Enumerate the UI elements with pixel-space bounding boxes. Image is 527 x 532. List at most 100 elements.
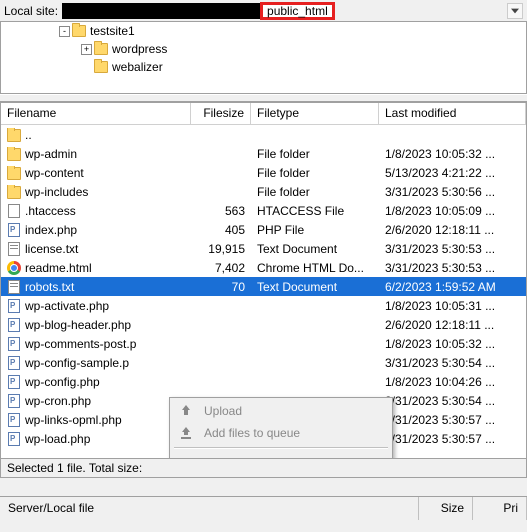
col-filesize[interactable]: Filesize xyxy=(191,103,251,124)
cell-type: File folder xyxy=(251,166,379,180)
col-filename[interactable]: Filename xyxy=(1,103,191,124)
file-name: readme.html xyxy=(25,261,92,275)
tree-label: wordpress xyxy=(112,42,167,56)
folder-icon xyxy=(94,43,108,55)
file-name: wp-admin xyxy=(25,147,77,161)
cell-type: HTACCESS File xyxy=(251,204,379,218)
cell-mod: 2/6/2020 12:18:11 ... xyxy=(379,318,526,332)
file-name: .. xyxy=(25,128,32,142)
cell-size: 70 xyxy=(191,280,251,294)
pane-splitter[interactable] xyxy=(0,94,527,102)
tree-expander-icon[interactable]: - xyxy=(59,26,70,37)
file-row[interactable]: .. xyxy=(1,125,526,144)
file-row[interactable]: wp-includesFile folder3/31/2023 5:30:56 … xyxy=(1,182,526,201)
file-name: index.php xyxy=(25,223,77,237)
file-name: wp-blog-header.php xyxy=(25,318,131,332)
cell-type: File folder xyxy=(251,147,379,161)
php-icon xyxy=(7,318,21,332)
queue-col-file[interactable]: Server/Local file xyxy=(0,497,419,520)
file-name: wp-links-opml.php xyxy=(25,413,122,427)
cell-type: Text Document xyxy=(251,242,379,256)
file-name: wp-comments-post.p xyxy=(25,337,136,351)
cell-mod: 1/8/2023 10:05:32 ... xyxy=(379,147,526,161)
cell-mod: 3/31/2023 5:30:56 ... xyxy=(379,185,526,199)
cell-mod: 3/31/2023 5:30:53 ... xyxy=(379,261,526,275)
redacted-path xyxy=(62,3,262,19)
col-filetype[interactable]: Filetype xyxy=(251,103,379,124)
status-bar: Selected 1 file. Total size: xyxy=(0,458,527,478)
local-site-label: Local site: xyxy=(4,4,58,18)
context-menu[interactable]: UploadAdd files to queueOpenEditCreate d… xyxy=(169,397,393,458)
php-icon xyxy=(7,375,21,389)
tree-expander-icon[interactable]: + xyxy=(81,44,92,55)
file-row[interactable]: wp-admin File folder1/8/2023 10:05:32 ... xyxy=(1,144,526,163)
cell-mod: 6/2/2023 1:59:52 AM xyxy=(379,280,526,294)
queue-col-priority[interactable]: Pri xyxy=(473,497,527,520)
file-row[interactable]: license.txt 19,915Text Document3/31/2023 … xyxy=(1,239,526,258)
php-icon xyxy=(7,394,21,408)
menu-item-upload: Upload xyxy=(172,400,390,422)
folder-icon xyxy=(7,147,21,161)
tree-label: testsite1 xyxy=(90,24,135,38)
cell-mod: 1/8/2023 10:05:09 ... xyxy=(379,204,526,218)
file-row[interactable]: wp-activate.php1/8/2023 10:05:31 ... xyxy=(1,296,526,315)
folder-icon xyxy=(94,61,108,73)
file-row[interactable]: wp-blog-header.php 2/6/2020 12:18:11 ... xyxy=(1,315,526,334)
cell-mod: 5/13/2023 4:21:22 ... xyxy=(379,166,526,180)
spacer xyxy=(0,478,527,496)
tree-label: webalizer xyxy=(112,60,163,74)
menu-item-open[interactable]: Open xyxy=(172,452,390,458)
php-icon xyxy=(7,413,21,427)
file-name: .htaccess xyxy=(25,204,76,218)
folder-tree[interactable]: - testsite1 + wordpress webalizer xyxy=(0,22,527,94)
php-icon xyxy=(7,432,21,446)
file-name: wp-cron.php xyxy=(25,394,91,408)
doc-icon xyxy=(7,280,21,294)
file-row[interactable]: wp-comments-post.p 1/8/2023 10:05:32 ... xyxy=(1,334,526,353)
php-icon xyxy=(7,337,21,351)
cell-size: 19,915 xyxy=(191,242,251,256)
file-row[interactable]: .htaccess563HTACCESS File1/8/2023 10:05:… xyxy=(1,201,526,220)
queue-header: Server/Local file Size Pri xyxy=(0,496,527,520)
status-text: Selected 1 file. Total size: xyxy=(7,461,142,475)
doc-icon xyxy=(7,242,21,256)
local-site-bar: Local site: public_html xyxy=(0,0,527,22)
file-row[interactable]: readme.html 7,402Chrome HTML Do...3/31/20… xyxy=(1,258,526,277)
folder-icon xyxy=(7,185,21,199)
php-icon xyxy=(7,223,21,237)
php-icon xyxy=(7,299,21,313)
htaccess-icon xyxy=(7,204,21,218)
file-row[interactable]: index.php405PHP File2/6/2020 12:18:11 ..… xyxy=(1,220,526,239)
cell-size: 7,402 xyxy=(191,261,251,275)
cell-mod: 3/31/2023 5:30:54 ... xyxy=(379,356,526,370)
cell-mod: 3/31/2023 5:30:57 ... xyxy=(379,432,526,446)
path-highlight[interactable]: public_html xyxy=(260,2,335,20)
tree-item[interactable]: webalizer xyxy=(1,58,526,76)
file-row[interactable]: wp-config.php1/8/2023 10:04:26 ... xyxy=(1,372,526,391)
file-list-pane: Filename Filesize Filetype Last modified… xyxy=(0,102,527,458)
menu-item-add-files-to-queue: Add files to queue xyxy=(172,422,390,444)
tree-item[interactable]: - testsite1 xyxy=(1,22,526,40)
folder-icon xyxy=(7,166,21,180)
col-lastmodified[interactable]: Last modified xyxy=(379,103,526,124)
menu-label: Open xyxy=(204,456,233,458)
cell-mod: 2/6/2020 12:18:11 ... xyxy=(379,223,526,237)
file-row[interactable]: wp-config-sample.p3/31/2023 5:30:54 ... xyxy=(1,353,526,372)
menu-label: Add files to queue xyxy=(204,426,300,440)
file-name: license.txt xyxy=(25,242,78,256)
queue-col-size[interactable]: Size xyxy=(419,497,473,520)
dropdown-arrow-icon[interactable] xyxy=(507,3,523,19)
file-row[interactable]: wp-content File folder5/13/2023 4:21:22 .… xyxy=(1,163,526,182)
file-name: wp-content xyxy=(25,166,84,180)
menu-label: Upload xyxy=(204,404,242,418)
cell-mod: 3/31/2023 5:30:53 ... xyxy=(379,242,526,256)
folder-icon xyxy=(7,128,21,142)
file-name: robots.txt xyxy=(25,280,74,294)
path-text: public_html xyxy=(267,4,328,18)
tree-item[interactable]: + wordpress xyxy=(1,40,526,58)
file-row[interactable]: robots.txt70Text Document6/2/2023 1:59:5… xyxy=(1,277,526,296)
cell-mod: 1/8/2023 10:05:32 ... xyxy=(379,337,526,351)
file-name: wp-config.php xyxy=(25,375,100,389)
cell-type: Chrome HTML Do... xyxy=(251,261,379,275)
queue-icon xyxy=(178,425,194,441)
